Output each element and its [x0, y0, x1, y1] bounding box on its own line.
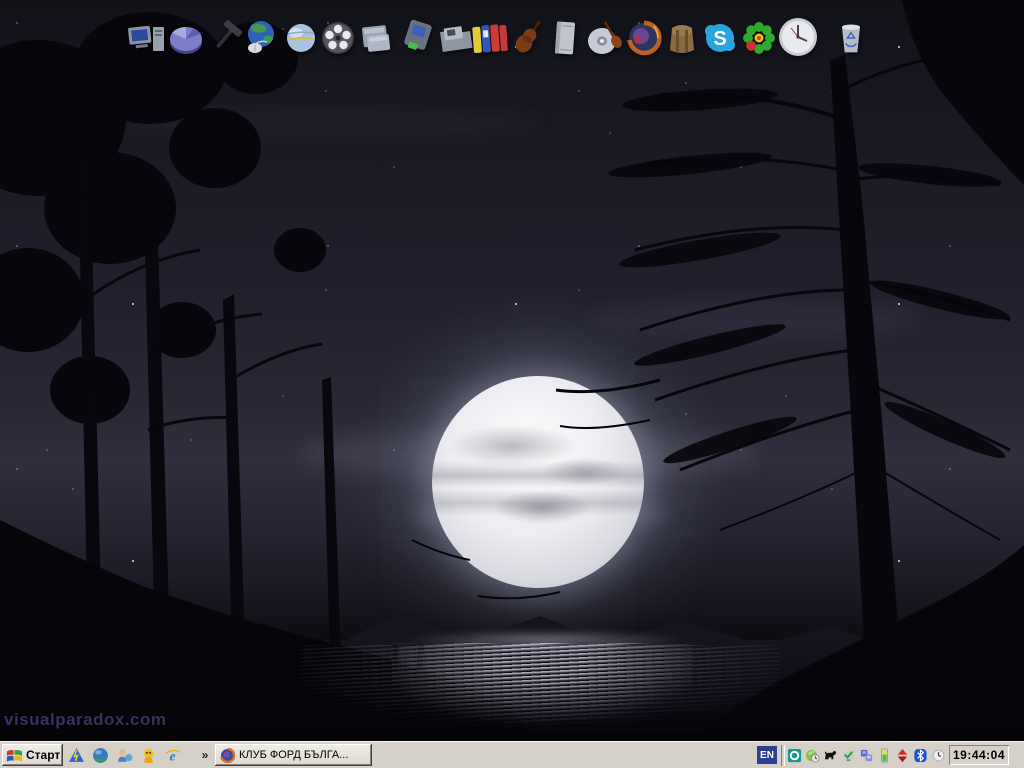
desktop: visualparadox.com: [0, 0, 1024, 768]
tray-wristwatch-icon[interactable]: [929, 747, 947, 764]
tray-black-dog-icon[interactable]: [821, 747, 839, 764]
dock-pie-chart-icon[interactable]: [166, 16, 206, 60]
dock-skype-icon[interactable]: S: [700, 16, 740, 60]
quicklaunch-yellow-character-icon[interactable]: [136, 745, 160, 766]
dock-globe-mouse-icon[interactable]: [241, 16, 281, 60]
taskbar: Старт e » КЛУБ ФОРД БЪЛГА... EN: [0, 741, 1024, 768]
dock-hammer-tool-icon[interactable]: [205, 16, 245, 60]
start-button-label: Старт: [26, 748, 60, 762]
dock-icq-flower-icon[interactable]: [739, 16, 779, 60]
taskbar-window-button-label: КЛУБ ФОРД БЪЛГА...: [239, 749, 348, 761]
tray-bluetooth-icon[interactable]: [911, 747, 929, 764]
dock: S: [0, 0, 1024, 70]
dock-my-computer-icon[interactable]: [127, 16, 167, 60]
wallpaper-watermark: visualparadox.com: [4, 710, 167, 730]
dock-laptop-icon[interactable]: [398, 16, 438, 60]
quicklaunch-overflow-chevron[interactable]: »: [197, 746, 213, 764]
tray-battery-meter-icon[interactable]: [875, 747, 893, 764]
language-indicator[interactable]: EN: [757, 746, 777, 764]
tray-green-check-monitor-icon[interactable]: [839, 747, 857, 764]
dock-windows-folder-icon[interactable]: [357, 16, 397, 60]
start-button[interactable]: Старт: [2, 744, 63, 766]
dock-cd-guitar-icon[interactable]: [585, 16, 625, 60]
quicklaunch-messenger-contact-icon[interactable]: [112, 745, 136, 766]
taskbar-window-button[interactable]: КЛУБ ФОРД БЪЛГА...: [215, 744, 372, 766]
windows-logo-icon: [6, 748, 23, 762]
dock-office-binders-icon[interactable]: [470, 16, 510, 60]
dock-globe-icon[interactable]: [281, 16, 321, 60]
firefox-icon: [220, 748, 235, 763]
dock-storage-drive-icon[interactable]: [546, 16, 586, 60]
tray-clock[interactable]: 19:44:04: [949, 745, 1009, 765]
wallpaper: visualparadox.com: [0, 0, 1024, 741]
moon-reflection: [392, 643, 692, 738]
system-tray: [785, 747, 947, 764]
quicklaunch-globe-app-icon[interactable]: [88, 745, 112, 766]
dock-film-reel-icon[interactable]: [318, 16, 358, 60]
dock-firefox-globe-icon[interactable]: [624, 16, 664, 60]
tray-green-clock-app-icon[interactable]: [803, 747, 821, 764]
dock-leather-bag-icon[interactable]: [662, 16, 702, 60]
dock-recycle-bin-icon[interactable]: [833, 18, 869, 58]
tray-network-cubes-icon[interactable]: [857, 747, 875, 764]
dock-analog-clock-icon[interactable]: [776, 14, 820, 60]
quicklaunch-internet-explorer-icon[interactable]: e: [160, 745, 184, 766]
tray-red-updown-arrows-icon[interactable]: [893, 747, 911, 764]
tray-teal-ring-app-icon[interactable]: [785, 747, 803, 764]
svg-text:S: S: [713, 28, 726, 50]
dock-violin-icon[interactable]: [508, 16, 548, 60]
quick-launch-bar: e: [64, 745, 184, 766]
quicklaunch-pyramid-app-icon[interactable]: [64, 745, 88, 766]
